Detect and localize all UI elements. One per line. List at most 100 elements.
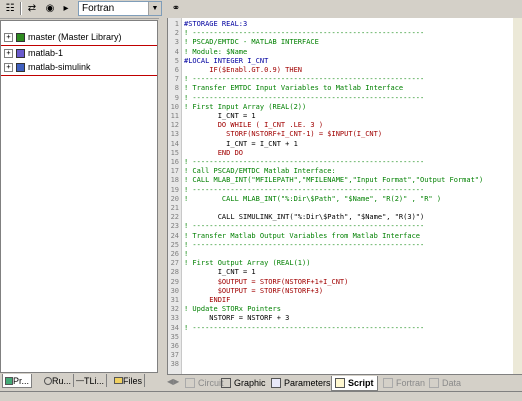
toolbar-separator xyxy=(20,2,22,15)
line-number: 11 xyxy=(170,112,179,120)
runtime-icon xyxy=(44,376,52,385)
code-line[interactable]: 3 ! PSCAD/EMTDC - MATLAB INTERFACE xyxy=(168,38,522,47)
line-number: 37 xyxy=(170,351,179,360)
code-line[interactable]: 28 I_CNT = 1 xyxy=(168,268,522,277)
code-line[interactable]: 18 ! CALL MLAB_INT("MFILEPATH","MFILENAME… xyxy=(168,176,522,185)
code-text: #STORAGE REAL:3 xyxy=(184,20,248,28)
line-number: 30 xyxy=(170,286,179,295)
line-number: 27 xyxy=(170,259,179,268)
line-number: 29 xyxy=(170,277,179,286)
code-line[interactable]: 14 I_CNT = I_CNT + 1 xyxy=(168,140,522,149)
code-line[interactable]: 22 CALL SIMULINK_INT("%:Dir\$Path", "$Na… xyxy=(168,213,522,222)
tab-scroll-arrows[interactable]: ◀▶ xyxy=(167,377,181,389)
code-line[interactable]: 37 xyxy=(168,351,522,360)
line-number: 16 xyxy=(170,158,179,166)
code-line[interactable]: 13 STORF(NSTORF+I_CNT-1) = $INPUT(I_CNT) xyxy=(168,130,522,139)
language-select[interactable]: Fortran ▼ xyxy=(78,1,162,16)
tree-item-master[interactable]: + master (Master Library) xyxy=(4,31,122,43)
code-line[interactable]: 11 I_CNT = 1 xyxy=(168,112,522,121)
code-line[interactable]: 26! xyxy=(168,250,522,259)
code-line[interactable]: 19 ! ------------------------------------… xyxy=(168,186,522,195)
code-line[interactable]: 21 xyxy=(168,204,522,213)
code-line[interactable]: 31 ENDIF xyxy=(168,296,522,305)
code-line[interactable]: 24 ! Transfer Matlab Output Variables fro… xyxy=(168,232,522,241)
code-text: I_CNT = 1 xyxy=(184,112,256,120)
tab-label: Script xyxy=(348,378,374,388)
navigate-icon[interactable]: ⇄ xyxy=(24,1,40,16)
expand-icon[interactable]: + xyxy=(4,62,13,72)
code-text: ! --------------------------------------… xyxy=(184,240,425,249)
vertical-scrollbar[interactable] xyxy=(513,18,522,374)
code-line[interactable]: 1 #STORAGE REAL:3 xyxy=(168,20,522,29)
line-number: 18 xyxy=(170,176,179,185)
script-editor[interactable]: 1 #STORAGE REAL:3 2 ! ---------------------… xyxy=(167,18,522,374)
tab-graphic[interactable]: Graphic xyxy=(221,376,266,390)
code-line[interactable]: 35 xyxy=(168,333,522,342)
tab-fortran[interactable]: Fortran xyxy=(383,376,425,390)
find-icon[interactable]: ◉ xyxy=(42,1,58,16)
line-number: 3 xyxy=(174,38,179,47)
expand-icon[interactable]: + xyxy=(4,48,13,58)
code-line[interactable]: 27 ! First Output Array (REAL(1)) xyxy=(168,259,522,268)
panel-splitter[interactable] xyxy=(159,18,167,391)
line-number: 6 xyxy=(174,66,179,74)
code-line[interactable]: 25 ! ------------------------------------… xyxy=(168,241,522,250)
code-text: ! CALL MLAB_INT("%:Dir\$Path", "$Name", … xyxy=(184,194,442,203)
tab-parameters[interactable]: Parameters xyxy=(271,376,331,390)
code-text: IF($Enabl.GT.0.9) THEN xyxy=(184,66,303,74)
code-line[interactable]: 32 ! Update STORx Pointers xyxy=(168,305,522,314)
tab-runtime[interactable]: Ru... xyxy=(42,374,75,387)
code-line[interactable]: 8 ! Transfer EMTDC Input Variables to Mat… xyxy=(168,84,522,93)
tree-item-matlab-1[interactable]: + matlab-1 xyxy=(4,47,63,59)
tab-tline[interactable]: — TLi... xyxy=(74,374,108,387)
tree-item-label: matlab-1 xyxy=(28,48,64,58)
circuit-icon xyxy=(185,378,195,388)
code-text: DO WHILE ( I_CNT .LE. 3 ) xyxy=(184,121,324,130)
link-icon[interactable]: ⚭ xyxy=(168,1,184,16)
code-line[interactable]: 30 $OUTPUT = STORF(NSTORF+3) xyxy=(168,287,522,296)
tab-label: Graphic xyxy=(234,378,266,388)
tab-label: Parameters xyxy=(284,378,331,388)
tab-circuit[interactable]: Circuit xyxy=(185,376,224,390)
code-line[interactable]: 9 ! -------------------------------------… xyxy=(168,94,522,103)
line-number: 13 xyxy=(170,130,179,139)
code-line[interactable]: 12 DO WHILE ( I_CNT .LE. 3 ) xyxy=(168,121,522,130)
code-text: ! xyxy=(184,250,189,258)
tab-label: Circuit xyxy=(198,378,224,388)
code-line[interactable]: 2 ! -------------------------------------… xyxy=(168,29,522,38)
code-line[interactable]: 5 #LOCAL INTEGER I_CNT xyxy=(168,57,522,66)
line-number: 5 xyxy=(174,56,179,65)
tab-files[interactable]: Files xyxy=(112,374,146,387)
code-line[interactable]: 34 ! ------------------------------------… xyxy=(168,324,522,333)
code-line[interactable]: 20 ! CALL MLAB_INT("%:Dir\$Path", "$Name"… xyxy=(168,195,522,204)
code-line[interactable]: 36 xyxy=(168,342,522,351)
parameters-icon xyxy=(271,378,281,388)
line-number: 20 xyxy=(170,194,179,203)
code-line[interactable]: 10 ! First Input Array (REAL(2)) xyxy=(168,103,522,112)
project-icon xyxy=(16,48,25,58)
code-line[interactable]: 16 ! ------------------------------------… xyxy=(168,158,522,167)
code-text: ! --------------------------------------… xyxy=(184,185,425,194)
code-line[interactable]: 6 IF($Enabl.GT.0.9) THEN xyxy=(168,66,522,75)
tab-projects[interactable]: Pr... xyxy=(2,374,33,388)
code-text: ! --------------------------------------… xyxy=(184,29,425,38)
format-icon[interactable]: ☷ xyxy=(2,1,18,16)
code-line[interactable]: 17 ! Call PSCAD/EMTDC Matlab Interface: xyxy=(168,167,522,176)
code-line[interactable]: 4 ! Module: $Name xyxy=(168,48,522,57)
code-line[interactable]: 7 ! -------------------------------------… xyxy=(168,75,522,84)
tab-data[interactable]: Data xyxy=(429,376,461,390)
library-icon xyxy=(16,32,25,42)
language-select-value: Fortran xyxy=(82,3,115,14)
code-line[interactable]: 23 ! ------------------------------------… xyxy=(168,222,522,231)
tab-script[interactable]: Script xyxy=(331,376,378,391)
line-number: 26 xyxy=(170,250,179,258)
line-number: 28 xyxy=(170,268,179,277)
expand-icon[interactable]: + xyxy=(4,32,13,42)
code-line[interactable]: 38 xyxy=(168,360,522,369)
chevron-down-icon[interactable]: ▼ xyxy=(148,2,161,15)
tree-item-matlab-simulink[interactable]: + matlab-simulink xyxy=(4,61,91,73)
code-line[interactable]: 29 $OUTPUT = STORF(NSTORF+1+I_CNT) xyxy=(168,278,522,287)
code-line[interactable]: 33 NSTORF = NSTORF + 3 xyxy=(168,314,522,323)
find-next-icon[interactable]: ▸ xyxy=(58,1,74,16)
code-line[interactable]: 15 END DO xyxy=(168,149,522,158)
